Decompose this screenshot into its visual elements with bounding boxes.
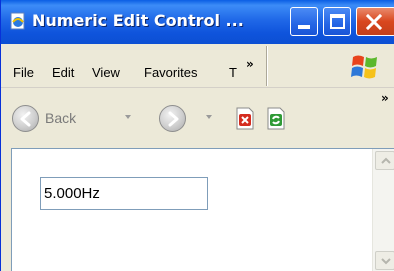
menu-view[interactable]: View (92, 65, 120, 80)
menu-separator (266, 46, 268, 86)
numeric-edit-input[interactable] (40, 177, 208, 210)
scroll-up-button[interactable] (375, 151, 394, 170)
minimize-button[interactable] (290, 7, 318, 36)
refresh-icon (267, 107, 285, 130)
menu-overflow-chevron[interactable]: » (246, 57, 254, 71)
refresh-button[interactable] (263, 106, 288, 131)
forward-button[interactable] (159, 105, 186, 132)
close-button[interactable] (356, 7, 394, 36)
maximize-icon (330, 14, 345, 29)
scroll-down-button[interactable] (375, 251, 394, 270)
scroll-up-arrow-icon (381, 157, 391, 164)
browser-window: Numeric Edit Control ... File Edit View … (0, 0, 394, 271)
menu-favorites[interactable]: Favorites (144, 65, 197, 80)
page-content (11, 148, 394, 271)
menu-edit[interactable]: Edit (52, 65, 74, 80)
toolbar: » Back (1, 89, 394, 146)
back-label[interactable]: Back (45, 110, 76, 126)
back-button[interactable] (12, 105, 39, 132)
forward-arrow-icon (168, 111, 179, 127)
stop-icon (236, 107, 254, 130)
stop-button[interactable] (232, 106, 257, 131)
forward-dropdown-arrow[interactable] (206, 115, 212, 119)
close-icon (365, 13, 383, 31)
minimize-icon (298, 25, 310, 29)
windows-logo-icon (349, 51, 381, 83)
back-dropdown-arrow[interactable] (125, 115, 131, 119)
back-arrow-icon (20, 111, 31, 127)
menu-bar: File Edit View Favorites T » (1, 44, 394, 88)
scroll-down-arrow-icon (381, 258, 391, 265)
menu-tools[interactable]: T (229, 65, 237, 80)
title-bar[interactable]: Numeric Edit Control ... (1, 0, 394, 44)
menu-file[interactable]: File (13, 65, 34, 80)
toolbar-overflow-chevron[interactable]: » (381, 91, 389, 105)
maximize-button[interactable] (323, 7, 351, 36)
window-title: Numeric Edit Control ... (32, 11, 244, 30)
vertical-scrollbar[interactable] (372, 149, 394, 271)
ie-page-icon[interactable] (9, 12, 27, 30)
